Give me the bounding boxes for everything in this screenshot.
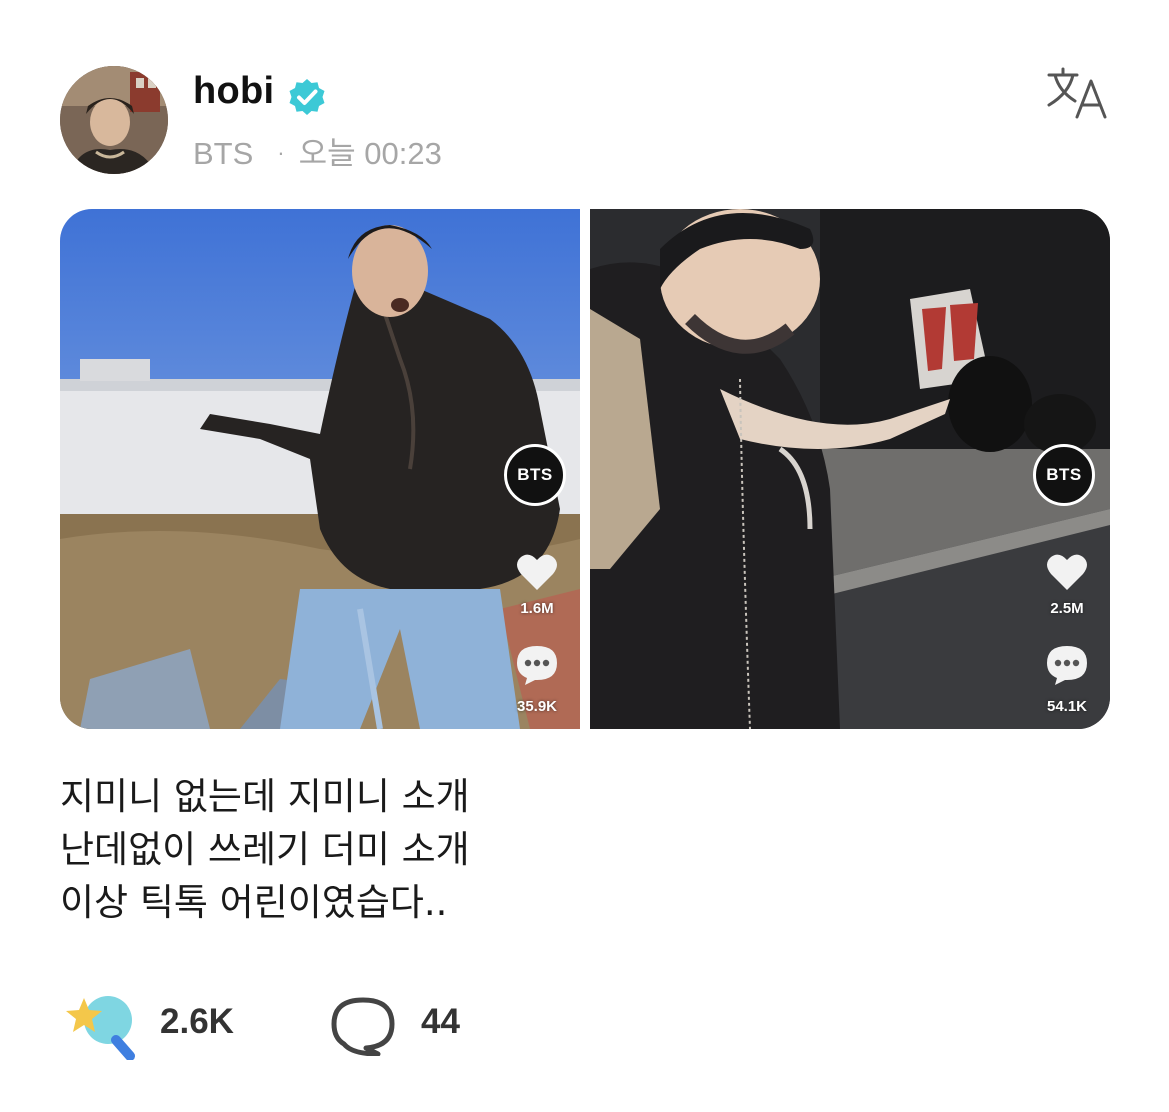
verified-badge-icon xyxy=(289,79,325,115)
post-body: 지미니 없는데 지미니 소개 난데없이 쓰레기 더미 소개 이상 틱톡 어린이였… xyxy=(60,770,660,929)
author-name[interactable]: hobi xyxy=(193,70,274,113)
heart-icon[interactable] xyxy=(1045,552,1089,592)
speech-bubble-icon[interactable] xyxy=(330,996,396,1056)
post-line: 난데없이 쓰레기 더미 소개 xyxy=(60,828,470,871)
post-meta: BTS · 오늘 00:23 xyxy=(193,128,442,173)
comment-count: 44 xyxy=(421,1002,460,1041)
video-still-2 xyxy=(590,209,1110,729)
post-line: 이상 틱톡 어린이였습다.. xyxy=(60,881,448,924)
channel-badge[interactable]: BTS xyxy=(1033,444,1095,506)
media-thumbnail-1[interactable]: BTS 1.6M 35.9K xyxy=(60,209,580,729)
heart-icon[interactable] xyxy=(515,552,559,592)
post-line: 지미니 없는데 지미니 소개 xyxy=(60,775,470,818)
post-timestamp: 오늘 00:23 xyxy=(298,136,442,171)
video-comment-count: 54.1K xyxy=(1046,698,1088,715)
video-like-count: 1.6M xyxy=(520,600,554,617)
comment-bubble-icon[interactable] xyxy=(515,644,559,686)
avatar-image xyxy=(60,66,168,174)
video-comment-count: 35.9K xyxy=(516,698,558,715)
translate-icon[interactable] xyxy=(1043,65,1113,121)
like-count: 2.6K xyxy=(160,1002,234,1041)
author-group[interactable]: BTS xyxy=(193,136,253,171)
avatar[interactable] xyxy=(60,66,168,174)
video-like-count: 2.5M xyxy=(1050,600,1084,617)
channel-badge[interactable]: BTS xyxy=(504,444,566,506)
comment-bubble-icon[interactable] xyxy=(1045,644,1089,686)
post-card: hobi BTS · 오늘 00:23 BTS 1.6M 35.9K BTS 2… xyxy=(0,0,1169,1112)
video-still-1 xyxy=(60,209,580,729)
meta-separator: · xyxy=(277,140,285,165)
star-magnifier-icon[interactable] xyxy=(64,990,140,1060)
media-thumbnail-2[interactable]: BTS 2.5M 54.1K xyxy=(590,209,1110,729)
